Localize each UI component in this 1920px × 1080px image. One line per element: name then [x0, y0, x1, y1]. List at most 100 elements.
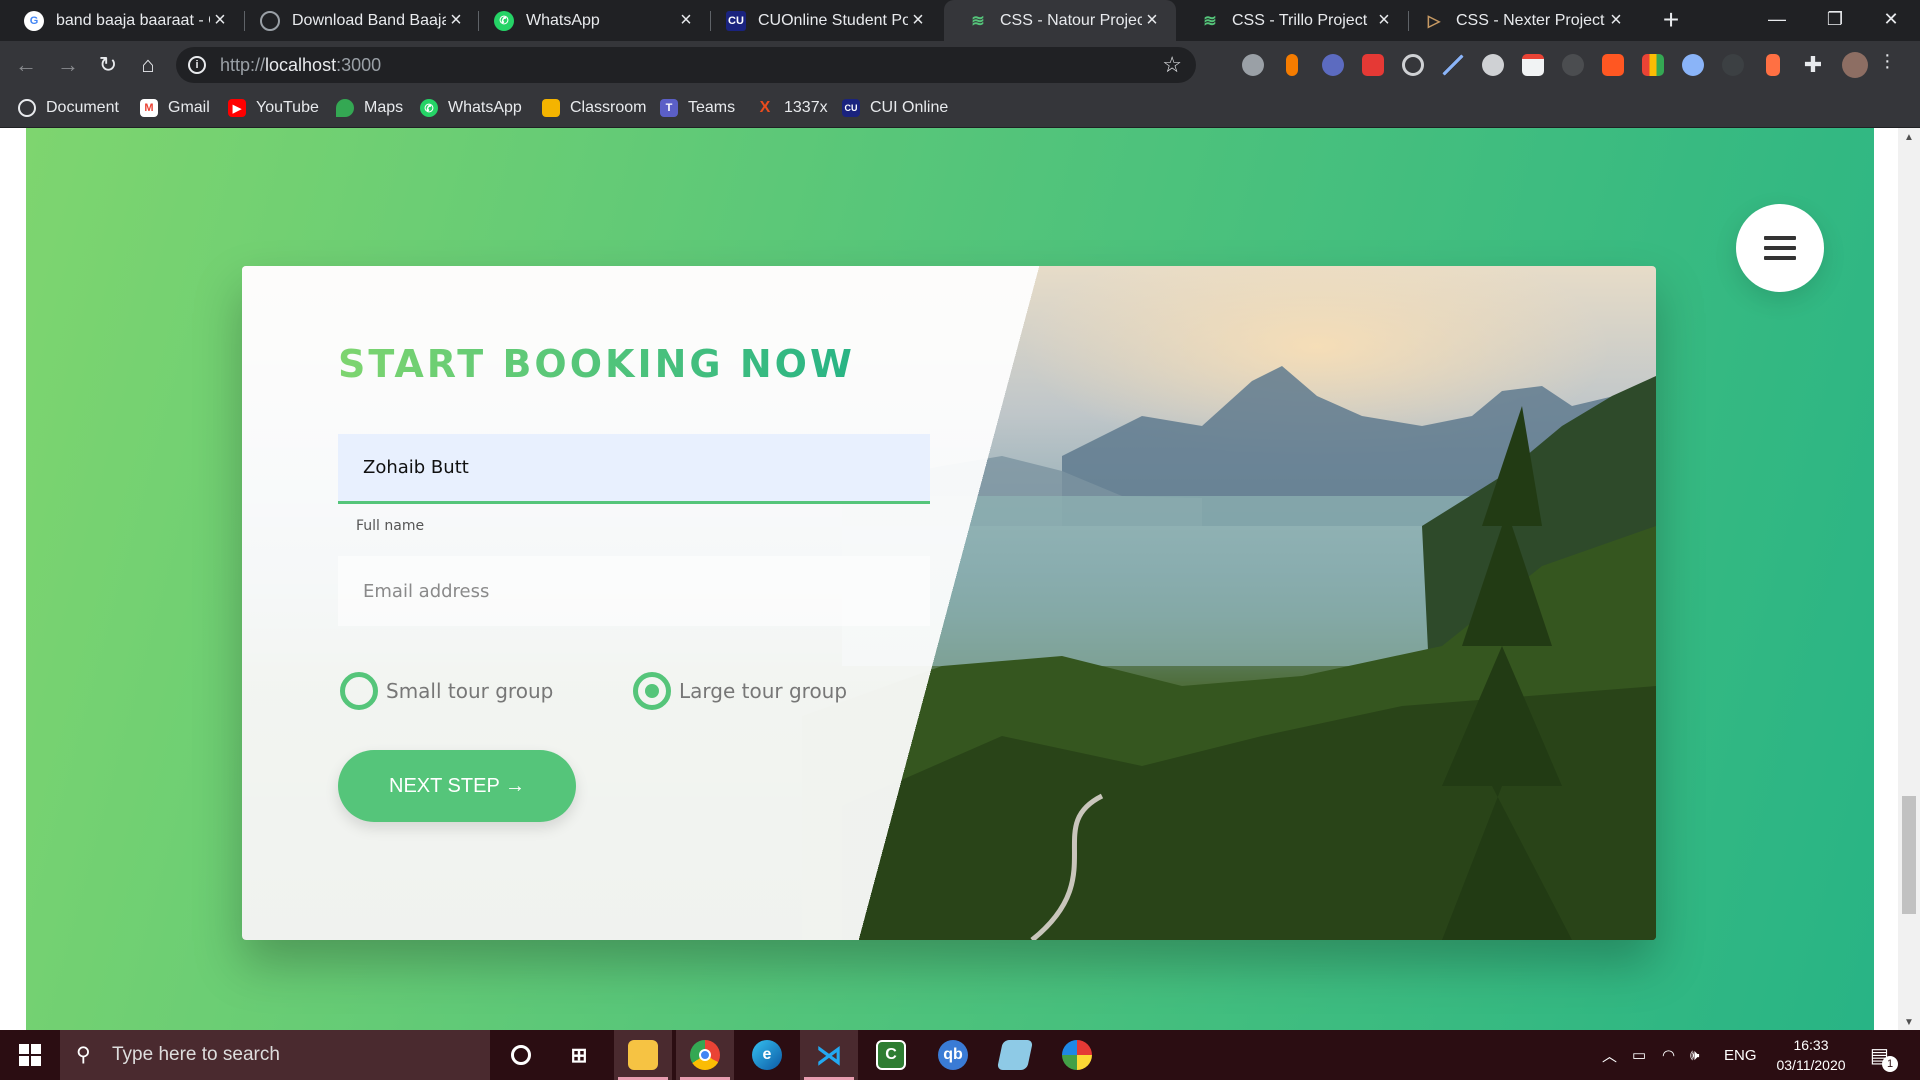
avatar[interactable]: [1842, 52, 1868, 78]
gmail-icon: M: [140, 99, 158, 117]
close-icon[interactable]: ×: [1606, 9, 1626, 32]
taskbar-ccleaner[interactable]: C: [862, 1030, 920, 1080]
taskbar-chrome[interactable]: [676, 1030, 734, 1080]
browser-tab-strip: G band baaja baaraat - G × Download Band…: [0, 0, 1920, 41]
bookmark-gmail[interactable]: M Gmail: [140, 96, 210, 120]
close-window-button[interactable]: ✕: [1862, 0, 1920, 41]
taskbar-file-explorer[interactable]: [614, 1030, 672, 1080]
tab-cuonline[interactable]: CU CUOnline Student Port ×: [702, 0, 942, 41]
bookmark-label: Teams: [688, 99, 736, 116]
url-text: http://localhost:3000: [220, 54, 382, 75]
taskbar-notepad[interactable]: [986, 1030, 1044, 1080]
close-icon[interactable]: ×: [1374, 9, 1394, 32]
radio-button-checked-icon[interactable]: [633, 672, 671, 710]
bookmark-1337x[interactable]: X 1337x: [756, 96, 828, 120]
start-button[interactable]: [0, 1030, 60, 1080]
extension-icon[interactable]: [1322, 54, 1344, 76]
globe-icon: [260, 10, 280, 31]
forward-button[interactable]: →: [52, 49, 84, 81]
address-bar[interactable]: i http://localhost:3000 ☆: [176, 47, 1196, 83]
extensions-puzzle-icon[interactable]: ✚: [1802, 54, 1824, 76]
extension-icon[interactable]: [1562, 54, 1584, 76]
extension-icon[interactable]: [1242, 54, 1264, 76]
new-tab-button[interactable]: +: [1656, 6, 1686, 36]
close-icon[interactable]: ×: [210, 9, 230, 32]
browser-toolbar: ← → ↻ ⌂ i http://localhost:3000 ☆ ✚: [0, 41, 1920, 88]
bookmark-whatsapp[interactable]: ✆ WhatsApp: [420, 96, 522, 120]
bookmark-label: 1337x: [784, 99, 828, 116]
tab-natour-project[interactable]: ≋ CSS - Natour Project ×: [944, 0, 1176, 41]
scrollbar-thumb[interactable]: [1902, 796, 1916, 914]
cortana-button[interactable]: [492, 1030, 550, 1080]
bookmark-label: WhatsApp: [448, 99, 522, 116]
page-scrollbar[interactable]: ▲ ▼: [1898, 128, 1920, 1030]
show-hidden-icons-button[interactable]: ︿: [1602, 1030, 1617, 1080]
minimize-button[interactable]: —: [1748, 0, 1806, 41]
extension-icon[interactable]: [1682, 54, 1704, 76]
vscode-icon: ⋊: [816, 1039, 842, 1070]
taskbar-vscode[interactable]: ⋊: [800, 1030, 858, 1080]
extension-icon[interactable]: [1602, 54, 1624, 76]
close-icon[interactable]: ×: [676, 9, 696, 32]
extension-icon[interactable]: [1722, 54, 1744, 76]
volume-icon[interactable]: 🕪: [1690, 1030, 1699, 1080]
teams-icon: T: [660, 99, 678, 117]
extension-icon[interactable]: [1402, 54, 1424, 76]
taskbar-qbittorrent[interactable]: qb: [924, 1030, 982, 1080]
home-button[interactable]: ⌂: [132, 49, 164, 81]
taskbar-paint[interactable]: [1048, 1030, 1106, 1080]
scroll-up-arrow-icon[interactable]: ▲: [1898, 132, 1920, 143]
clock-time: 16:33: [1793, 1037, 1829, 1053]
extension-icon[interactable]: [1522, 54, 1544, 76]
tab-whatsapp[interactable]: ✆ WhatsApp ×: [470, 0, 710, 41]
task-view-button[interactable]: ⊞: [550, 1030, 608, 1080]
browser-menu-button[interactable]: · · ·: [1884, 45, 1891, 77]
tab-download-band-baaja[interactable]: Download Band Baaja B ×: [236, 0, 480, 41]
language-indicator[interactable]: ENG: [1724, 1030, 1757, 1080]
battery-icon[interactable]: ▭: [1632, 1030, 1646, 1080]
extension-icon[interactable]: [1362, 54, 1384, 76]
trillo-icon: ≋: [1203, 12, 1217, 30]
system-clock[interactable]: 16:33 03/11/2020: [1766, 1035, 1856, 1075]
edge-icon: e: [752, 1040, 782, 1070]
notification-center-button[interactable]: ▤ 1: [1870, 1030, 1898, 1080]
site-info-icon[interactable]: i: [188, 56, 206, 74]
email-input[interactable]: Email address: [338, 556, 930, 626]
booking-card: Start booking now Zohaib Butt Full name …: [242, 266, 1656, 940]
tab-nexter-project[interactable]: ▷ CSS - Nexter Project ×: [1400, 0, 1640, 41]
bookmark-classroom[interactable]: Classroom: [542, 96, 646, 120]
bookmark-cui-online[interactable]: CU CUI Online: [842, 96, 948, 120]
back-button[interactable]: ←: [10, 49, 42, 81]
bookmark-star-icon[interactable]: ☆: [1162, 52, 1182, 78]
radio-button-icon[interactable]: [340, 672, 378, 710]
bookmark-document[interactable]: Document: [18, 96, 119, 120]
scroll-down-arrow-icon[interactable]: ▼: [1898, 1017, 1920, 1028]
menu-toggle-button[interactable]: [1736, 204, 1824, 292]
close-icon[interactable]: ×: [446, 9, 466, 32]
extension-icon[interactable]: [1766, 54, 1780, 76]
wifi-icon[interactable]: ◠: [1662, 1030, 1675, 1080]
bookmark-youtube[interactable]: ▶ YouTube: [228, 96, 319, 120]
restore-button[interactable]: ❐: [1806, 0, 1864, 41]
next-step-button[interactable]: Next step →: [338, 750, 576, 822]
whatsapp-icon: ✆: [494, 10, 514, 31]
reload-button[interactable]: ↻: [92, 49, 124, 81]
small-tour-group-radio[interactable]: Small tour group: [340, 672, 553, 710]
taskbar-edge[interactable]: e: [738, 1030, 796, 1080]
full-name-input[interactable]: Zohaib Butt: [338, 434, 930, 504]
bookmark-teams[interactable]: T Teams: [660, 96, 735, 120]
bookmark-label: Maps: [364, 99, 404, 116]
search-icon: ⚲: [76, 1044, 91, 1066]
large-tour-group-radio[interactable]: Large tour group: [633, 672, 847, 710]
close-icon[interactable]: ×: [908, 9, 928, 32]
bookmark-maps[interactable]: Maps: [336, 96, 403, 120]
eyedropper-icon[interactable]: [1442, 54, 1464, 76]
tab-trillo-project[interactable]: ≋ CSS - Trillo Project ×: [1176, 0, 1408, 41]
extension-icon[interactable]: [1286, 54, 1298, 76]
paint-icon: [1062, 1040, 1092, 1070]
close-icon[interactable]: ×: [1142, 9, 1162, 32]
gear-icon[interactable]: [1482, 54, 1504, 76]
tab-band-baaja-search[interactable]: G band baaja baaraat - G ×: [0, 0, 244, 41]
extension-icon[interactable]: [1642, 54, 1664, 76]
taskbar-search-box[interactable]: ⚲ Type here to search: [60, 1030, 490, 1080]
